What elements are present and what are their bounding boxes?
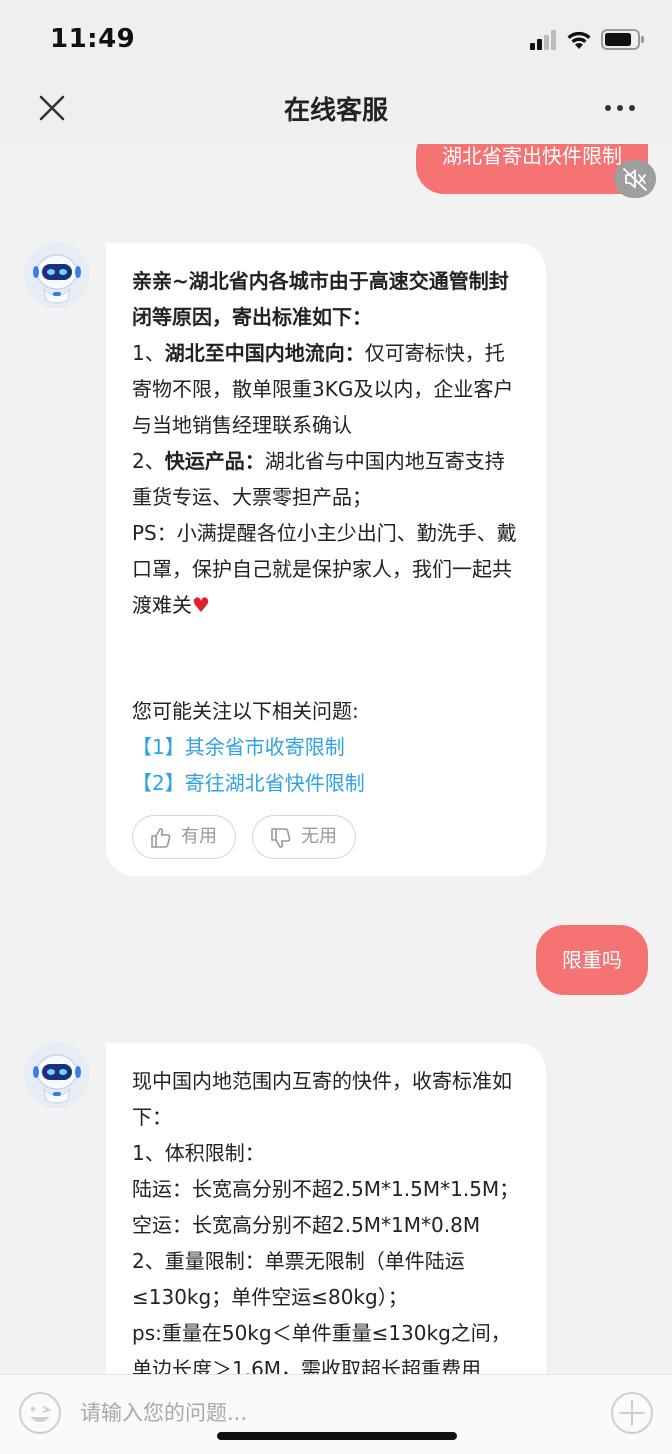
related-question-link[interactable]: 【1】其余省市收寄限制 xyxy=(132,729,520,765)
status-time: 11:49 xyxy=(50,24,136,54)
thumbs-down-icon xyxy=(271,828,291,848)
bot-line: 现中国内地范围内互寄的快件，收寄标准如下： xyxy=(132,1069,512,1129)
rule-item-heading: 湖北至中国内地流向： xyxy=(164,341,365,365)
chat-area[interactable]: 湖北省寄出快件限制 亲亲~湖北省内各城市由于高速交通管制封闭等原因，寄出标准如下… xyxy=(0,144,672,1374)
bot-avatar xyxy=(24,242,90,308)
bot-line: 空运：长宽高分别不超2.5M*1M*0.8M xyxy=(132,1213,481,1237)
emoji-icon[interactable] xyxy=(18,1391,62,1435)
rule-item-2: 2、快运产品：湖北省与中国内地互寄支持重货专运、大票零担产品； xyxy=(132,443,520,515)
page-title: 在线客服 xyxy=(283,96,388,126)
rule-item-1: 1、湖北至中国内地流向：仅可寄标快，托寄物不限，散单限重3KG及以内，企业客户与… xyxy=(132,335,520,443)
battery-icon xyxy=(601,29,644,50)
nav-bar: 在线客服 xyxy=(0,80,672,144)
heart-icon: ♥ xyxy=(192,593,210,617)
chat-screen: 11:49 在线客服 湖北省寄出快件限制 亲亲~湖北省内各城市由于高速交通管制封… xyxy=(0,0,672,1454)
bot-line: ps:重量在50kg＜单件重量≤130kg之间，单边长度＞1.6M，需收取超长超… xyxy=(132,1321,511,1374)
useless-label: 无用 xyxy=(301,826,337,847)
useful-label: 有用 xyxy=(181,826,217,847)
bot-line: 陆运：长宽高分别不超2.5M*1.5M*1.5M； xyxy=(132,1177,520,1201)
useless-button[interactable]: 无用 xyxy=(252,815,356,859)
related-questions-title: 您可能关注以下相关问题: xyxy=(132,699,359,723)
rule-item-prefix: 1、 xyxy=(132,341,165,365)
status-bar: 11:49 xyxy=(0,0,672,80)
bot-message: 现中国内地范围内互寄的快件，收寄标准如下： 1、体积限制： 陆运：长宽高分别不超… xyxy=(106,1043,546,1374)
bot-message: 亲亲~湖北省内各城市由于高速交通管制封闭等原因，寄出标准如下： 1、湖北至中国内… xyxy=(106,243,546,876)
signal-icon xyxy=(530,30,556,50)
more-icon[interactable] xyxy=(596,92,644,124)
bot-avatar xyxy=(24,1042,90,1108)
bot-line: 1、体积限制： xyxy=(132,1141,265,1165)
user-message: 限重吗 xyxy=(536,925,648,995)
thumbs-up-icon xyxy=(151,828,171,848)
wifi-icon xyxy=(567,31,591,49)
rule-item-prefix: 2、 xyxy=(132,449,165,473)
rule-item-heading: 快运产品： xyxy=(164,449,265,473)
input-bar xyxy=(0,1374,672,1454)
bot-intro: 亲亲~湖北省内各城市由于高速交通管制封闭等原因，寄出标准如下： xyxy=(132,269,509,329)
mute-icon[interactable] xyxy=(614,160,656,198)
home-indicator xyxy=(217,1432,457,1440)
useful-button[interactable]: 有用 xyxy=(132,815,236,859)
bot-line: 2、重量限制：单票无限制（单件陆运≤130kg；单件空运≤80kg）； xyxy=(132,1249,465,1309)
ps-text: PS：小满提醒各位小主少出门、勤洗手、戴口罩，保护自己就是保护家人，我们一起共渡… xyxy=(132,521,517,617)
question-input[interactable] xyxy=(80,1393,580,1433)
related-question-link[interactable]: 【2】寄往湖北省快件限制 xyxy=(132,765,520,801)
user-message: 湖北省寄出快件限制 xyxy=(416,144,648,194)
ps-note: PS：小满提醒各位小主少出门、勤洗手、戴口罩，保护自己就是保护家人，我们一起共渡… xyxy=(132,515,520,623)
plus-icon[interactable] xyxy=(610,1391,654,1435)
